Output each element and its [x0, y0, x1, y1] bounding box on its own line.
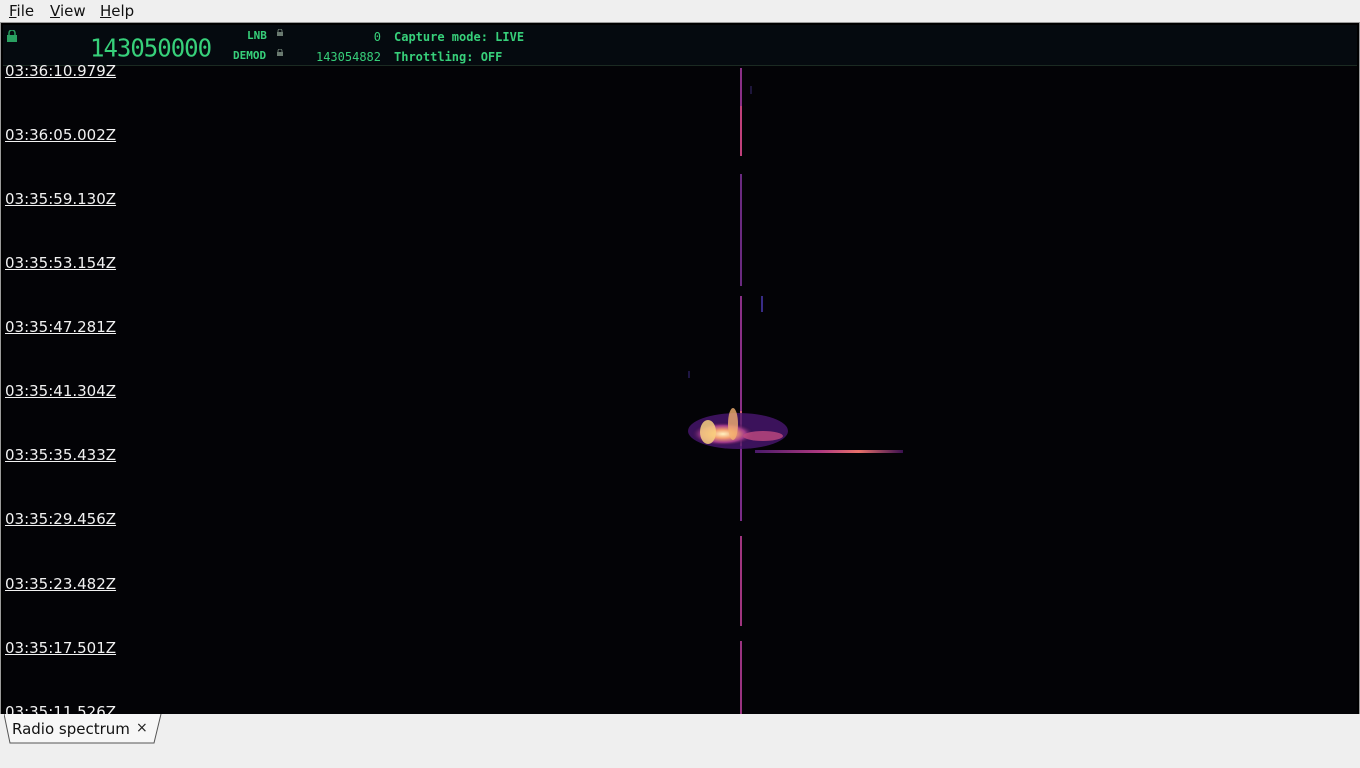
main-frequency-display[interactable]: 143050000 [90, 33, 212, 62]
waterfall-image [688, 68, 903, 715]
spectrum-panel: 143050000 LNB 0 DEMOD 143054882 Capture … [0, 22, 1360, 716]
timestamp-label: 03:35:53.154Z [5, 254, 117, 272]
timestamp-label: 03:36:10.979Z [5, 62, 117, 80]
menu-bar: File View Help [0, 0, 1360, 22]
demod-value[interactable]: 143054882 [303, 50, 381, 64]
menu-help[interactable]: Help [100, 1, 134, 21]
tab-radio-spectrum[interactable]: Radio spectrum × [4, 714, 162, 744]
menu-file[interactable]: File [9, 1, 34, 21]
timestamp-label: 03:35:59.130Z [5, 190, 117, 208]
demod-label: DEMOD [233, 49, 267, 62]
timestamp-label: 03:36:05.002Z [5, 126, 117, 144]
status-bar: 143050000 LNB 0 DEMOD 143054882 Capture … [3, 25, 1357, 66]
tab-bar: Radio spectrum × [0, 714, 1360, 768]
timestamp-label: 03:35:23.482Z [5, 575, 117, 593]
timestamp-label: 03:35:47.281Z [5, 318, 117, 336]
lnb-label: LNB [247, 29, 267, 42]
tab-label: Radio spectrum [12, 720, 130, 738]
timestamp-label: 03:35:29.456Z [5, 510, 117, 528]
timestamp-label: 03:35:41.304Z [5, 382, 117, 400]
lock-icon[interactable] [6, 30, 18, 42]
timestamp-label: 03:35:35.433Z [5, 446, 117, 464]
throttling-text: Throttling: OFF [394, 50, 503, 64]
close-icon[interactable]: × [136, 720, 148, 736]
lnb-lock-icon[interactable] [277, 29, 283, 36]
timestamp-label: 03:35:17.501Z [5, 639, 117, 657]
menu-view[interactable]: View [50, 1, 86, 21]
capture-mode-text: Capture mode: LIVE [394, 30, 525, 44]
demod-lock-icon[interactable] [277, 49, 283, 56]
waterfall-display[interactable]: 03:36:10.979Z 03:36:05.002Z 03:35:59.130… [3, 62, 1357, 715]
lnb-value[interactable]: 0 [303, 30, 381, 44]
